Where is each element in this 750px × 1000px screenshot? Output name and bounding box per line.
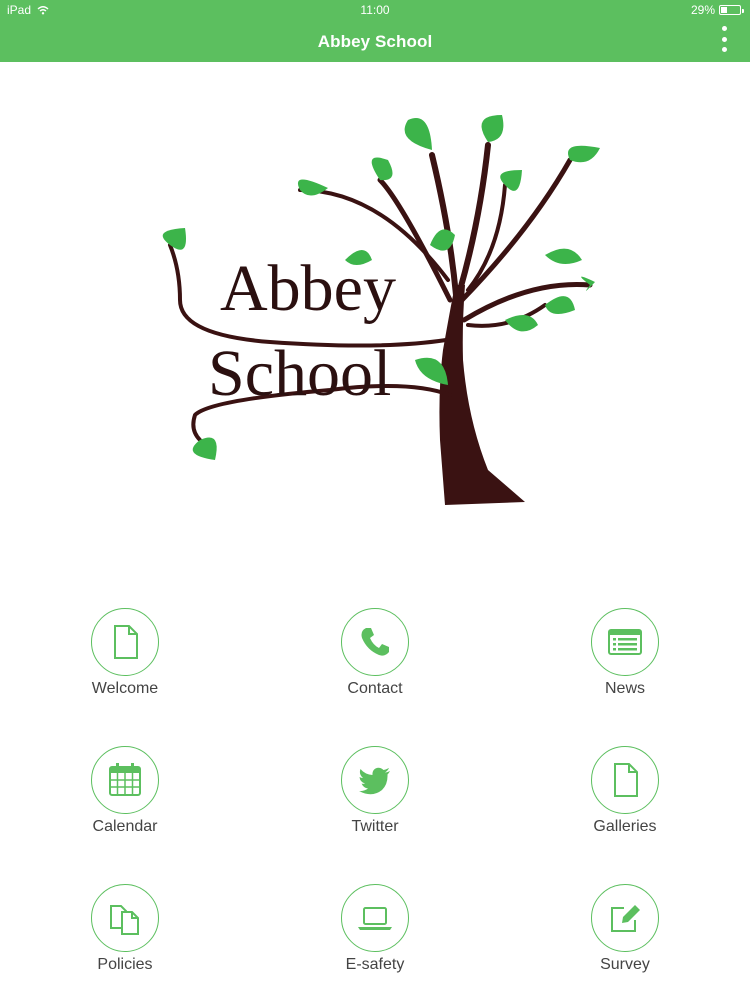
twitter-bird-icon [341, 746, 409, 814]
laptop-icon [341, 884, 409, 952]
menu-item-policies[interactable]: Policies [45, 884, 205, 984]
logo-line-1: Abbey [220, 252, 396, 325]
menu-item-label: Calendar [92, 818, 158, 835]
menu-item-news[interactable]: News [545, 608, 705, 708]
menu-item-label: News [604, 680, 645, 697]
status-time: 11:00 [360, 3, 390, 17]
menu-item-e-safety[interactable]: E-safety [295, 884, 455, 984]
battery-level [721, 7, 727, 13]
phone-icon [341, 608, 409, 676]
vertical-dots-icon[interactable] [716, 26, 732, 52]
menu-item-contact[interactable]: Contact [295, 608, 455, 708]
menu-item-label: Contact [347, 680, 403, 697]
logo-line-2: School [208, 337, 391, 410]
news-icon [591, 608, 659, 676]
battery-icon [719, 5, 744, 15]
menu-item-twitter[interactable]: Twitter [295, 746, 455, 846]
copy-documents-icon [91, 884, 159, 952]
app-header: iPad 11:00 29% Abbey School [0, 0, 750, 62]
calendar-icon [91, 746, 159, 814]
battery-percent: 29% [690, 3, 715, 17]
edit-pencil-icon [591, 884, 659, 952]
menu-item-galleries[interactable]: Galleries [545, 746, 705, 846]
menu-item-label: Welcome [91, 680, 159, 697]
page-title: Abbey School [317, 32, 433, 51]
menu-item-label: E-safety [345, 956, 405, 973]
menu-item-label: Survey [600, 956, 650, 973]
status-right: 29% [690, 3, 744, 17]
menu-item-label: Policies [97, 956, 153, 973]
menu-item-calendar[interactable]: Calendar [45, 746, 205, 846]
menu-item-welcome[interactable]: Welcome [45, 608, 205, 708]
menu-item-label: Twitter [351, 818, 399, 835]
document-icon [591, 746, 659, 814]
menu-item-survey[interactable]: Survey [545, 884, 705, 984]
school-logo: Abbey School [162, 115, 600, 505]
document-icon [91, 608, 159, 676]
menu-item-label: Galleries [593, 818, 657, 835]
